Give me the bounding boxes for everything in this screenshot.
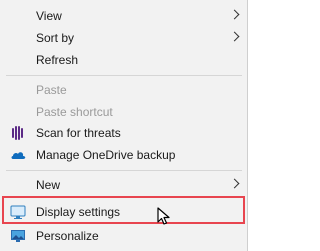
menu-item-personalize-label: Personalize	[36, 229, 99, 243]
chevron-right-icon	[229, 31, 240, 42]
menu-item-sort-by-label: Sort by	[36, 31, 75, 45]
mouse-pointer-icon	[157, 207, 173, 227]
menu-item-new[interactable]: New	[0, 173, 247, 197]
personalize-monitor-icon	[10, 228, 26, 244]
highlight-box	[2, 196, 245, 224]
menu-item-view[interactable]: View	[0, 4, 247, 28]
menu-item-scan-for-threats[interactable]: Scan for threats	[0, 121, 247, 145]
antivirus-icon	[10, 125, 26, 141]
menu-item-sort-by[interactable]: Sort by	[0, 26, 247, 50]
chevron-right-icon	[229, 9, 240, 20]
menu-item-view-label: View	[36, 9, 62, 23]
menu-item-scan-for-threats-label: Scan for threats	[36, 126, 121, 140]
menu-item-personalize[interactable]: Personalize	[0, 224, 247, 248]
menu-item-manage-onedrive-backup[interactable]: Manage OneDrive backup	[0, 143, 247, 167]
menu-item-paste-shortcut-label: Paste shortcut	[36, 105, 113, 119]
menu-item-paste-label: Paste	[36, 83, 67, 97]
menu-item-refresh-label: Refresh	[36, 53, 79, 67]
menu-item-refresh[interactable]: Refresh	[0, 48, 247, 72]
menu-separator	[6, 75, 242, 76]
onedrive-cloud-icon	[10, 147, 26, 163]
menu-separator	[6, 170, 242, 171]
menu-item-paste: Paste	[0, 78, 247, 102]
menu-item-new-label: New	[36, 178, 61, 192]
menu-item-manage-onedrive-backup-label: Manage OneDrive backup	[36, 148, 176, 162]
chevron-right-icon	[229, 178, 240, 189]
